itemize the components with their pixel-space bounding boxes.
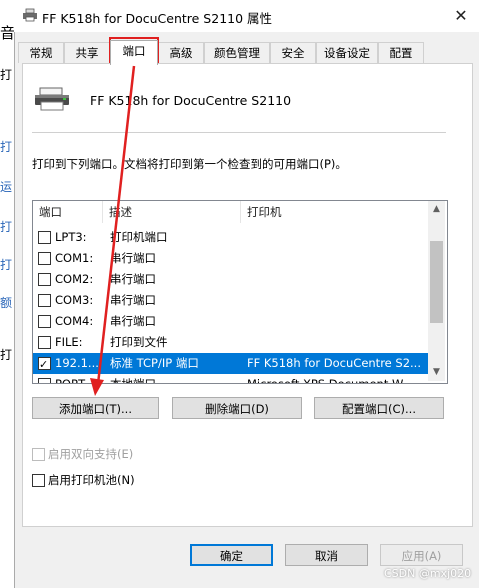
- annotation-arrow-icon: [90, 65, 136, 396]
- tab-ports[interactable]: 端口: [110, 40, 158, 65]
- watermark: CSDN @mxj020: [384, 567, 472, 580]
